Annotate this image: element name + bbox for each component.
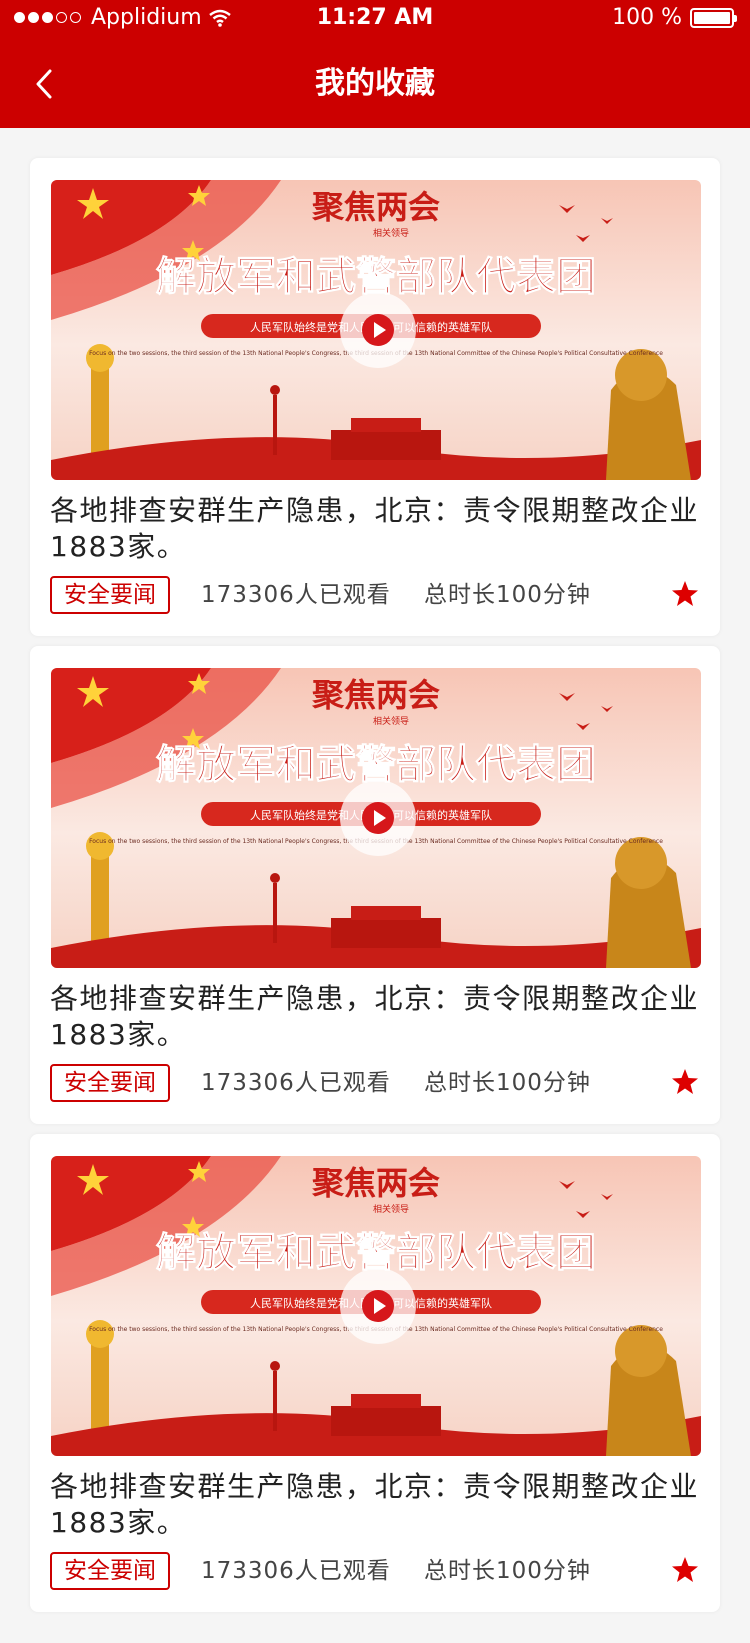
top-bar: Applidium 11:27 AM 100 % 我的收藏 xyxy=(0,0,750,128)
page-title: 我的收藏 xyxy=(315,66,435,101)
duration: 总时长100分钟 xyxy=(424,1070,591,1096)
category-tag: 安全要闻 xyxy=(50,1552,170,1590)
play-icon xyxy=(362,802,394,834)
status-bar: Applidium 11:27 AM 100 % xyxy=(0,0,750,38)
video-thumbnail[interactable]: 聚焦两会 相关领导 解放军和武警部队代表团 人民军队始终是党和人民完全可以信赖的… xyxy=(51,180,701,480)
category-tag: 安全要闻 xyxy=(50,576,170,614)
view-count: 173306人已观看 xyxy=(201,1070,391,1096)
play-button[interactable] xyxy=(340,780,416,856)
star-icon[interactable] xyxy=(671,1556,699,1584)
favorite-card[interactable]: 聚焦两会 相关领导 解放军和武警部队代表团 人民军队始终是党和人民完全可以信赖的… xyxy=(30,646,720,1124)
favorite-card[interactable]: 聚焦两会 相关领导 解放军和武警部队代表团 人民军队始终是党和人民完全可以信赖的… xyxy=(30,158,720,636)
duration: 总时长100分钟 xyxy=(424,582,591,608)
thumb-subhead: 相关领导 xyxy=(373,1203,409,1215)
video-thumbnail[interactable]: 聚焦两会 相关领导 解放军和武警部队代表团 人民军队始终是党和人民完全可以信赖的… xyxy=(51,1156,701,1456)
thumb-headline: 聚焦两会 xyxy=(311,188,440,226)
duration: 总时长100分钟 xyxy=(424,1558,591,1584)
video-title[interactable]: 各地排查安群生产隐患，北京：责令限期整改企业1883家。 xyxy=(50,493,700,565)
video-title[interactable]: 各地排查安群生产隐患，北京：责令限期整改企业1883家。 xyxy=(50,981,700,1053)
favorite-card[interactable]: 聚焦两会 相关领导 解放军和武警部队代表团 人民军队始终是党和人民完全可以信赖的… xyxy=(30,1134,720,1612)
thumb-headline: 聚焦两会 xyxy=(311,1164,440,1202)
star-icon[interactable] xyxy=(671,580,699,608)
thumb-headline: 聚焦两会 xyxy=(311,676,440,714)
battery-icon xyxy=(690,7,737,28)
star-icon[interactable] xyxy=(671,1068,699,1096)
thumb-subhead: 相关领导 xyxy=(373,715,409,727)
video-thumbnail[interactable]: 聚焦两会 相关领导 解放军和武警部队代表团 人民军队始终是党和人民完全可以信赖的… xyxy=(51,668,701,968)
view-count: 173306人已观看 xyxy=(201,1558,391,1584)
play-button[interactable] xyxy=(340,1268,416,1344)
play-icon xyxy=(362,1290,394,1322)
favorites-list: 聚焦两会 相关领导 解放军和武警部队代表团 人民军队始终是党和人民完全可以信赖的… xyxy=(30,158,720,1622)
category-tag: 安全要闻 xyxy=(50,1064,170,1102)
play-icon xyxy=(362,314,394,346)
thumb-subhead: 相关领导 xyxy=(373,227,409,239)
battery-percent: 100 % xyxy=(612,5,682,30)
video-title[interactable]: 各地排查安群生产隐患，北京：责令限期整改企业1883家。 xyxy=(50,1469,700,1541)
play-button[interactable] xyxy=(340,292,416,368)
view-count: 173306人已观看 xyxy=(201,582,391,608)
battery-status: 100 % xyxy=(612,5,737,30)
